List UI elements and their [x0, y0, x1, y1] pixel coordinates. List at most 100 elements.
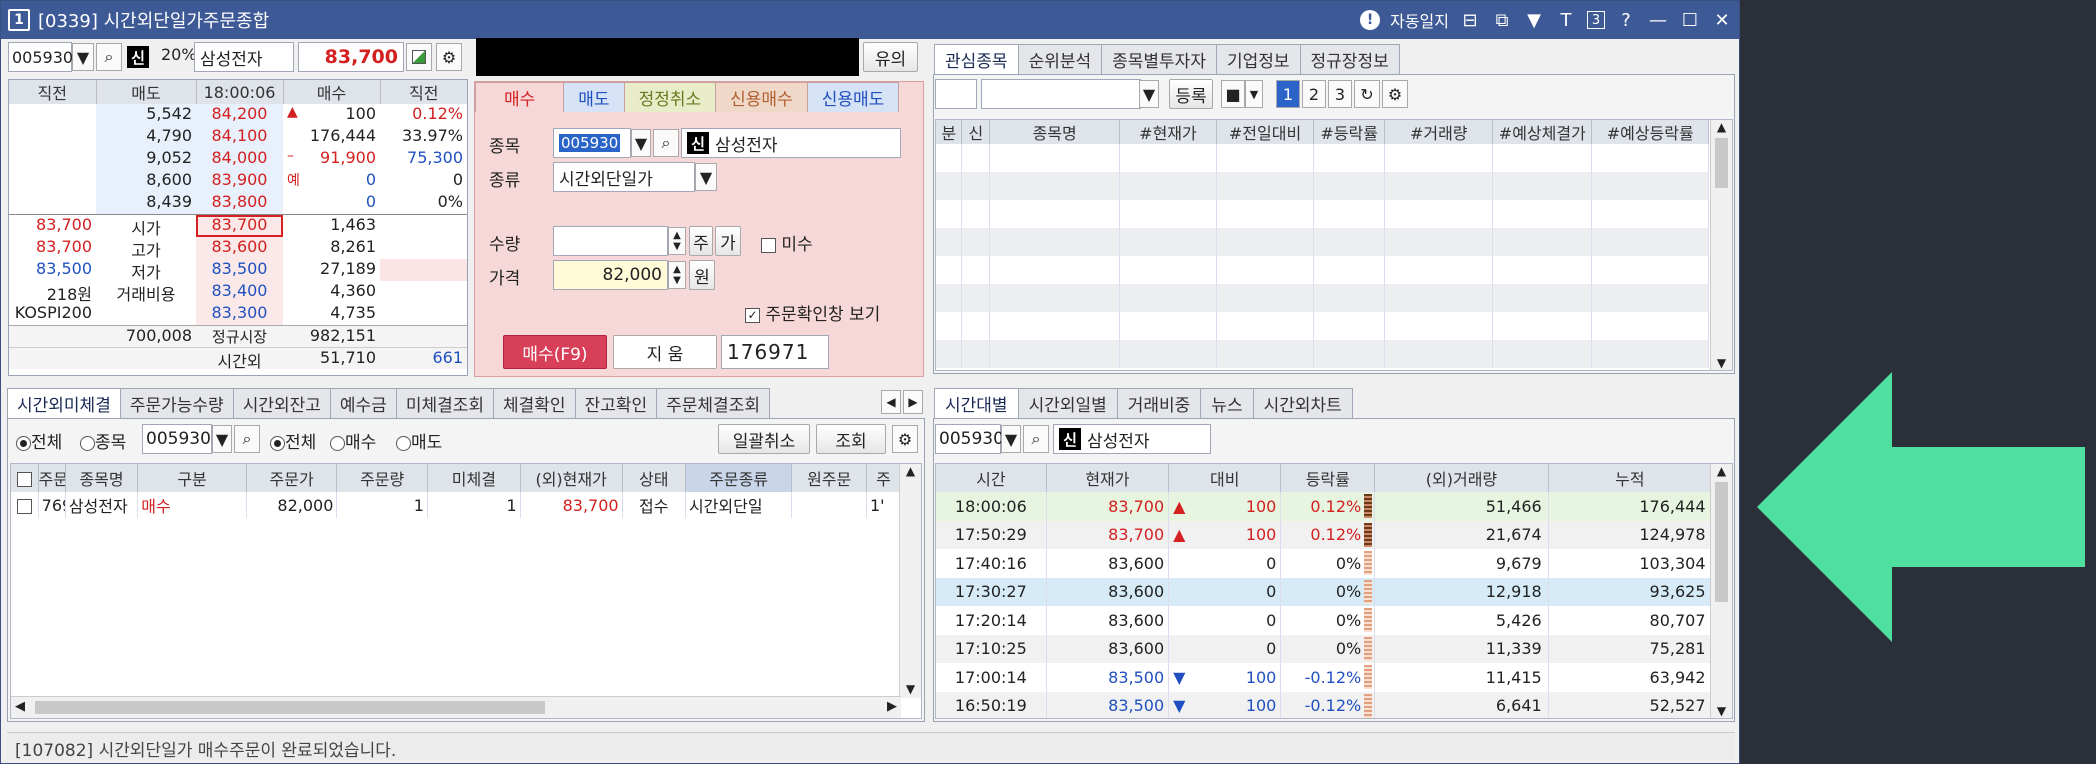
watch-col-header[interactable]: 신 [961, 120, 991, 144]
side-buy-radio[interactable]: 매수 [330, 428, 376, 453]
page-2-button[interactable]: 2 [1302, 80, 1326, 108]
bl-col-header[interactable]: 주문가 [246, 464, 338, 492]
bl-tab-5[interactable]: 체결확인 [493, 388, 576, 418]
bid-price[interactable]: 83,600 [196, 237, 283, 259]
view-mode-dropdown-icon[interactable]: ▼ [1245, 80, 1263, 108]
stock-code-input[interactable]: 005930 [8, 42, 73, 72]
br-tab-4[interactable]: 시간외차트 [1252, 388, 1353, 418]
watch-col-header[interactable]: #전일대비 [1216, 120, 1315, 144]
ask-price[interactable]: 84,000 [196, 148, 283, 170]
misu-checkbox[interactable]: 미수 [761, 230, 813, 255]
order-tab-3[interactable]: 신용매수 [715, 82, 808, 112]
qty-ga-button[interactable]: 가 [715, 226, 741, 256]
ask-price[interactable]: 84,200 [196, 104, 283, 126]
bl-col-header[interactable]: 구분 [137, 464, 247, 492]
br-col-header[interactable]: 등락률 [1280, 464, 1376, 492]
page-3-button[interactable]: 3 [1328, 80, 1352, 108]
time-row[interactable]: 17:30:27 83,600 0 0% 12,918 93,625 [936, 577, 1712, 606]
settings-gear-icon[interactable]: ⚙ [436, 43, 462, 71]
time-row[interactable]: 17:50:29 83,700 ▲ 100 0.12% 21,674 124,978 [936, 520, 1712, 549]
ask-price[interactable]: 83,900 [196, 170, 283, 192]
layout-icon[interactable]: ⊟ [1459, 9, 1481, 31]
view-mode-icon[interactable]: ■ [1221, 80, 1245, 108]
watch-tab-2[interactable]: 종목별투자자 [1101, 44, 1217, 74]
bl-col-header[interactable]: 원주문 [791, 464, 867, 492]
bl-code-dropdown-icon[interactable]: ▼ [212, 425, 232, 453]
tab-scroll-right[interactable]: ▶ [903, 390, 923, 414]
font-icon[interactable]: T [1555, 9, 1577, 31]
auto-diary-link[interactable]: 자동일지 [1390, 8, 1449, 32]
br-vscroll[interactable]: ▲ ▼ [1710, 464, 1732, 718]
br-col-header[interactable]: 누적 [1548, 464, 1713, 492]
order-tab-1[interactable]: 매도 [563, 82, 625, 112]
order-search-icon[interactable]: ⌕ [653, 129, 679, 157]
watch-empty-row[interactable] [936, 312, 1709, 340]
bid-price[interactable]: 83,500 [196, 259, 283, 281]
ask-price[interactable]: 84,100 [196, 126, 283, 148]
time-row[interactable]: 17:10:25 83,600 0 0% 11,339 75,281 [936, 634, 1712, 663]
watch-col-header[interactable]: 분 [936, 120, 963, 144]
pin-icon[interactable]: ▼ [1523, 9, 1545, 31]
group-dropdown-icon[interactable]: ▼ [1139, 80, 1159, 108]
watch-empty-row[interactable] [936, 200, 1709, 228]
bl-settings-gear-icon[interactable]: ⚙ [892, 425, 918, 453]
bid-price[interactable]: 83,700 [196, 215, 283, 237]
watch-col-header[interactable]: #예상체결가 [1492, 120, 1593, 144]
br-tab-2[interactable]: 거래비중 [1116, 388, 1202, 418]
watch-empty-row[interactable] [936, 228, 1709, 256]
br-tab-1[interactable]: 시간외일별 [1017, 388, 1118, 418]
bl-vscroll[interactable]: ▲ ▼ [899, 464, 921, 698]
qty-spinner[interactable]: ▲ ▼ [668, 227, 686, 255]
watchlist-scrollbar[interactable]: ▲ ▼ [1710, 120, 1732, 370]
ask-price[interactable]: 83,800 [196, 192, 283, 214]
watch-empty-row[interactable] [936, 172, 1709, 200]
br-search-icon[interactable]: ⌕ [1023, 425, 1049, 453]
bl-tab-6[interactable]: 잔고확인 [574, 388, 658, 418]
query-button[interactable]: 조회 [816, 424, 886, 454]
br-tab-3[interactable]: 뉴스 [1200, 388, 1254, 418]
maximize-icon[interactable]: ☐ [1679, 9, 1701, 31]
qty-unit-button[interactable]: 주 [689, 226, 713, 256]
side-sell-radio[interactable]: 매도 [396, 428, 442, 453]
group-input[interactable] [935, 79, 977, 109]
side-all-radio[interactable]: 전체 [270, 428, 316, 453]
row-checkbox[interactable] [11, 492, 39, 518]
bid-price[interactable]: 83,300 [196, 303, 283, 325]
search-icon[interactable]: ⌕ [96, 43, 122, 71]
bl-tab-0[interactable]: 시간외미체결 [7, 388, 121, 418]
bl-tab-2[interactable]: 시간외잔고 [232, 388, 331, 418]
watch-settings-gear-icon[interactable]: ⚙ [1382, 80, 1408, 108]
bl-tab-7[interactable]: 주문체결조회 [656, 388, 770, 418]
watch-empty-row[interactable] [936, 284, 1709, 312]
order-code-input[interactable]: 005930 [553, 128, 631, 158]
bl-hscroll[interactable]: ◀ ▶ [11, 696, 901, 718]
clear-button[interactable]: 지 움 [613, 335, 717, 369]
br-code-input[interactable]: 005930 [935, 424, 1004, 454]
watch-empty-row[interactable] [936, 340, 1709, 368]
bl-search-icon[interactable]: ⌕ [234, 425, 260, 453]
time-row[interactable]: 17:20:14 83,600 0 0% 5,426 80,707 [936, 606, 1712, 635]
watch-col-header[interactable]: #거래량 [1384, 120, 1494, 144]
watch-col-header[interactable]: #등락률 [1313, 120, 1386, 144]
order-tab-0[interactable]: 매수 [475, 82, 565, 112]
order-type-select[interactable]: 시간외단일가 [553, 162, 695, 192]
minimize-icon[interactable]: — [1647, 9, 1669, 31]
watch-tab-0[interactable]: 관심종목 [934, 44, 1019, 74]
tab-scroll-left[interactable]: ◀ [881, 390, 901, 414]
br-code-dropdown-icon[interactable]: ▼ [1001, 425, 1021, 453]
price-input[interactable]: 82,000 [553, 260, 668, 290]
watch-empty-row[interactable] [936, 256, 1709, 284]
bl-col-header[interactable]: 미체결 [427, 464, 521, 492]
time-row[interactable]: 16:50:19 83,500 ▼ 100 -0.12% 6,641 52,527 [936, 691, 1712, 718]
close-icon[interactable]: ✕ [1711, 9, 1733, 31]
order-type-dropdown-icon[interactable]: ▼ [695, 163, 717, 191]
filter-all-radio[interactable]: 전체 [16, 428, 62, 453]
price-unit-button[interactable]: 원 [689, 260, 715, 290]
bl-col-header[interactable]: 종목명 [65, 464, 139, 492]
bid-price[interactable]: 83,400 [196, 281, 283, 303]
bl-tab-3[interactable]: 예수금 [329, 388, 397, 418]
register-button[interactable]: 등록 [1169, 79, 1213, 109]
bl-col-header[interactable]: 주문량 [336, 464, 428, 492]
filter-stock-radio[interactable]: 종목 [80, 428, 126, 453]
order-tab-2[interactable]: 정정취소 [623, 82, 717, 112]
